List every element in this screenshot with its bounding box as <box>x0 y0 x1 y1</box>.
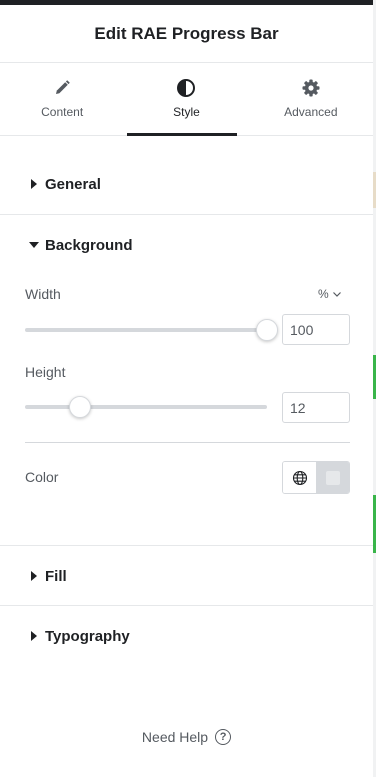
section-typography-label: Typography <box>45 627 130 645</box>
section-typography-header[interactable]: Typography <box>0 606 373 666</box>
tab-content-label: Content <box>41 105 84 119</box>
panel-title: Edit RAE Progress Bar <box>94 23 279 43</box>
tab-advanced-label: Advanced <box>284 105 338 119</box>
height-slider-thumb[interactable] <box>69 396 92 418</box>
chevron-down-icon <box>332 291 341 297</box>
help-icon: ? <box>215 729 232 745</box>
height-label: Height <box>25 364 66 380</box>
contrast-icon <box>176 78 196 98</box>
globe-icon <box>292 470 307 485</box>
section-general-label: General <box>45 175 101 193</box>
width-input[interactable] <box>282 314 350 345</box>
tab-style-label: Style <box>173 105 200 119</box>
panel-header: Edit RAE Progress Bar <box>0 5 373 63</box>
section-general-header[interactable]: General <box>0 154 373 214</box>
section-fill-label: Fill <box>45 567 67 585</box>
section-background-label: Background <box>45 236 133 254</box>
height-input[interactable] <box>282 392 350 423</box>
height-slider[interactable] <box>25 396 267 418</box>
caret-down-icon <box>29 239 39 251</box>
tab-content[interactable]: Content <box>0 63 124 135</box>
color-label: Color <box>25 469 59 485</box>
tab-bar: Content Style Advanced <box>0 63 373 136</box>
width-unit-select[interactable]: % <box>318 287 341 301</box>
global-colors-button[interactable] <box>283 462 317 493</box>
color-control <box>282 461 350 494</box>
need-help-link[interactable]: Need Help ? <box>0 729 373 745</box>
section-fill-header[interactable]: Fill <box>0 546 373 606</box>
gear-icon <box>301 78 321 98</box>
width-label: Width <box>25 286 61 302</box>
height-slider-track <box>25 405 267 409</box>
color-picker-button[interactable] <box>317 462 349 493</box>
caret-right-icon <box>29 178 39 190</box>
tab-style[interactable]: Style <box>124 63 248 136</box>
color-swatch <box>326 470 340 485</box>
caret-right-icon <box>29 630 39 642</box>
caret-right-icon <box>29 570 39 582</box>
section-background-header[interactable]: Background <box>0 215 373 275</box>
width-unit-value: % <box>318 287 329 301</box>
tab-advanced[interactable]: Advanced <box>249 63 373 135</box>
control-separator <box>25 442 350 443</box>
width-slider-thumb[interactable] <box>256 319 278 341</box>
pencil-icon <box>52 78 72 98</box>
width-slider-track <box>25 328 267 332</box>
width-slider[interactable] <box>25 319 278 341</box>
need-help-label: Need Help <box>141 729 209 745</box>
